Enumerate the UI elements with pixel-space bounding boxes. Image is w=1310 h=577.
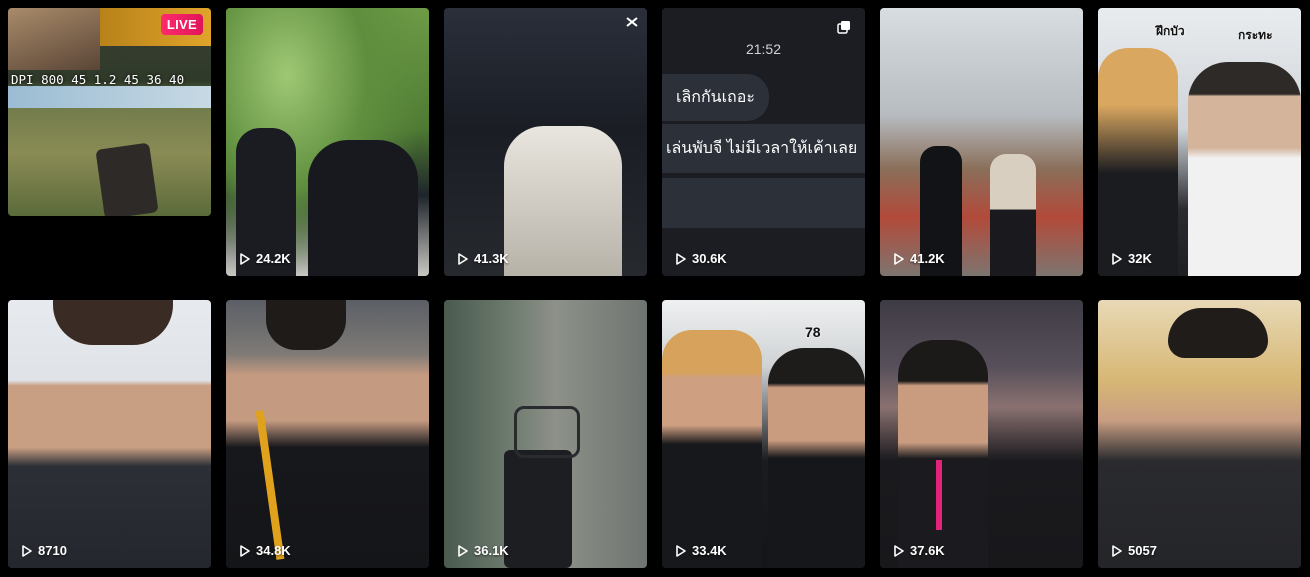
- view-count-text: 33.4K: [692, 543, 727, 558]
- video-tile[interactable]: 78 33.4K: [662, 300, 865, 568]
- person-right: [768, 348, 865, 568]
- view-count-text: 24.2K: [256, 251, 291, 266]
- chat-bubble-2-text: เล่นพับจี ไม่มีเวลาให้เค้าเลย: [666, 140, 858, 157]
- hair: [266, 300, 346, 350]
- view-count: 8710: [21, 543, 67, 558]
- video-tile[interactable]: 24.2K: [226, 8, 429, 276]
- view-count-text: 37.6K: [910, 543, 945, 558]
- overlay-number: 78: [805, 324, 821, 340]
- chat-time: 21:52: [745, 41, 782, 57]
- view-count: 36.1K: [457, 543, 509, 558]
- view-count: 32K: [1111, 251, 1152, 266]
- play-icon: [1112, 544, 1122, 557]
- chat-bubble-1-text: เลิกกันเถอะ: [676, 89, 755, 106]
- carousel-icon: [837, 21, 850, 34]
- jersey-stripe: [936, 460, 942, 530]
- view-count-text: 36.1K: [474, 543, 509, 558]
- chat-bubble-2: เล่นพับจี ไม่มีเวลาให้เค้าเลย: [662, 124, 865, 173]
- hair: [1168, 308, 1268, 358]
- webcam-overlay: [8, 8, 100, 70]
- view-count-text: 41.3K: [474, 251, 509, 266]
- play-icon: [22, 544, 32, 557]
- person-left: [662, 330, 762, 568]
- video-tile[interactable]: 5057: [1098, 300, 1301, 568]
- chat-bubble-1: เลิกกันเถอะ: [662, 74, 769, 121]
- video-tile[interactable]: 41.3K: [444, 8, 647, 276]
- video-tile[interactable]: 34.8K: [226, 300, 429, 568]
- scope: [514, 406, 580, 458]
- video-thumbnail: [880, 8, 1083, 276]
- play-icon: [240, 544, 250, 557]
- view-count-text: 41.2K: [910, 251, 945, 266]
- view-count: 33.4K: [675, 543, 727, 558]
- video-tile[interactable]: 8710: [8, 300, 211, 568]
- view-count: 41.2K: [893, 251, 945, 266]
- play-icon: [1112, 252, 1122, 265]
- video-tile[interactable]: 37.6K: [880, 300, 1083, 568]
- view-count-text: 5057: [1128, 543, 1157, 558]
- dpi-overlay-text: DPI 800 45 1.2 45 36 40: [11, 72, 185, 87]
- overlay-caption-right: กระทะ: [1238, 28, 1273, 42]
- play-icon: [676, 544, 686, 557]
- weapon: [504, 450, 572, 568]
- view-count: 24.2K: [239, 251, 291, 266]
- view-count: 37.6K: [893, 543, 945, 558]
- play-icon: [894, 252, 904, 265]
- live-badge: LIVE: [160, 14, 203, 35]
- person-right: [990, 154, 1036, 276]
- person-left: [1098, 48, 1178, 276]
- view-count-text: 8710: [38, 543, 67, 558]
- vehicle: [95, 142, 159, 216]
- view-count-text: 32K: [1128, 251, 1152, 266]
- video-tile[interactable]: 21:52 เลิกกันเถอะ เล่นพับจี ไม่มีเวลาให้…: [662, 8, 865, 276]
- view-count: 41.3K: [457, 251, 509, 266]
- play-icon: [894, 544, 904, 557]
- view-count-text: 34.8K: [256, 543, 291, 558]
- view-count: 30.6K: [675, 251, 727, 266]
- video-grid: LIVE DPI 800 45 1.2 45 36 40 24.2K 41.3K…: [8, 8, 1301, 568]
- play-icon: [458, 544, 468, 557]
- live-stream-tile[interactable]: LIVE DPI 800 45 1.2 45 36 40: [8, 8, 211, 216]
- view-count: 5057: [1111, 543, 1157, 558]
- person-right: [1188, 62, 1301, 276]
- person-jersey: [504, 126, 622, 276]
- person: [898, 340, 988, 568]
- play-icon: [458, 252, 468, 265]
- capcut-icon: [626, 17, 638, 27]
- sky: [8, 86, 211, 108]
- hair: [53, 300, 173, 345]
- play-icon: [676, 252, 686, 265]
- video-tile[interactable]: 41.2K: [880, 8, 1083, 276]
- person-right: [308, 140, 418, 276]
- play-icon: [240, 252, 250, 265]
- video-tile[interactable]: 36.1K: [444, 300, 647, 568]
- view-count: 34.8K: [239, 543, 291, 558]
- chat-bubble-3: [662, 178, 865, 228]
- view-count-text: 30.6K: [692, 251, 727, 266]
- overlay-caption-left: ฝึกบัว: [1156, 24, 1185, 38]
- video-tile[interactable]: ฝึกบัว กระทะ 32K: [1098, 8, 1301, 276]
